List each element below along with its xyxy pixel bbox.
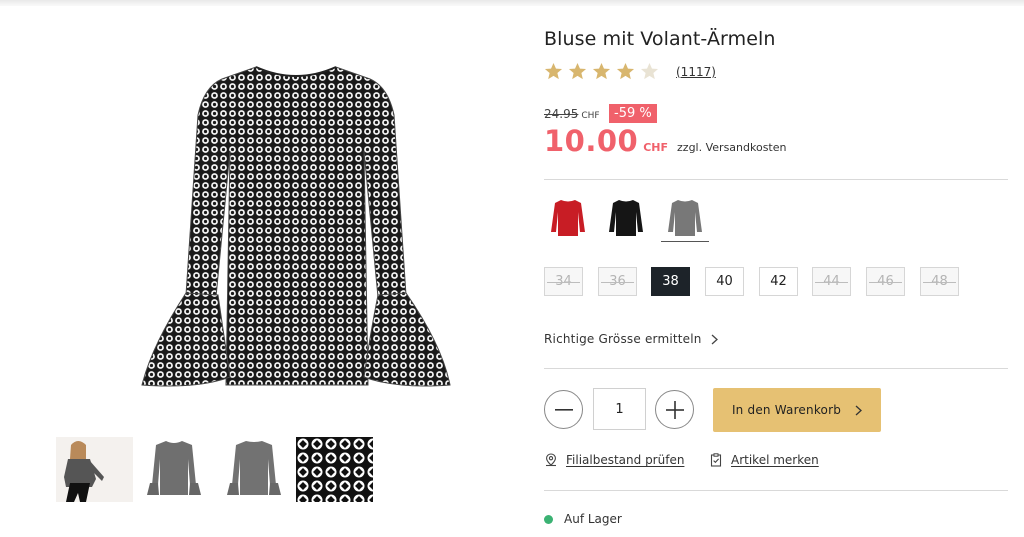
rating: (1117) [544, 62, 716, 81]
color-swatch-red[interactable] [544, 196, 592, 242]
size-option-42[interactable]: 42 [759, 267, 798, 296]
quantity-increase-button[interactable] [655, 390, 694, 429]
size-guide-label: Richtige Grösse ermitteln [544, 332, 702, 346]
stock-status: Auf Lager [544, 512, 622, 526]
star-filled-icon [616, 62, 635, 80]
star-filled-icon [544, 62, 563, 80]
in-stock-dot-icon [544, 514, 553, 524]
size-option-38[interactable]: 38 [651, 267, 690, 296]
current-price: 10.00 CHF zzgl. Versandkosten [544, 124, 787, 158]
color-swatch-grey[interactable] [661, 196, 709, 242]
top-bar [0, 0, 1024, 6]
size-guide-link[interactable]: Richtige Grösse ermitteln [544, 332, 718, 346]
discount-badge: -59 % [609, 104, 657, 123]
product-main-image[interactable] [138, 55, 454, 397]
divider [544, 179, 1008, 180]
review-count-link[interactable]: (1117) [676, 65, 716, 79]
store-stock-link[interactable]: Filialbestand prüfen [544, 453, 684, 467]
product-title: Bluse mit Volant-Ärmeln [544, 28, 776, 50]
price-currency: CHF [643, 141, 669, 154]
size-option-44: 44 [812, 267, 851, 296]
size-option-46: 46 [866, 267, 905, 296]
quantity-input[interactable]: 1 [593, 388, 646, 430]
divider [544, 368, 1008, 369]
shipping-note: zzgl. Versandkosten [677, 141, 787, 154]
color-swatch-black[interactable] [602, 196, 650, 242]
plus-icon [665, 400, 684, 419]
wishlist-label: Artikel merken [731, 453, 819, 467]
store-stock-label: Filialbestand prüfen [566, 453, 685, 467]
thumbnail-model-photo[interactable] [56, 437, 133, 502]
thumbnail-blouse-front[interactable] [136, 437, 213, 502]
location-pin-icon [546, 453, 556, 467]
clipboard-check-icon [710, 453, 722, 467]
chevron-right-icon [711, 334, 718, 344]
size-option-40[interactable]: 40 [705, 267, 744, 296]
star-empty-icon [640, 62, 659, 80]
old-price-currency: CHF [581, 111, 600, 121]
divider [544, 490, 1008, 491]
stock-status-label: Auf Lager [564, 512, 622, 526]
add-to-cart-button[interactable]: In den Warenkorb [713, 388, 881, 432]
price-value: 10.00 [544, 124, 639, 158]
quantity-decrease-button[interactable] [544, 390, 583, 429]
size-option-48: 48 [920, 267, 959, 296]
add-to-cart-label: In den Warenkorb [731, 403, 842, 417]
old-price: 24.95 CHF [544, 107, 600, 121]
size-option-36: 36 [598, 267, 637, 296]
star-filled-icon [592, 62, 611, 80]
thumbnail-blouse-back[interactable] [216, 437, 293, 502]
old-price-value: 24.95 [544, 107, 579, 121]
wishlist-link[interactable]: Artikel merken [709, 453, 819, 467]
thumbnail-fabric-pattern[interactable] [296, 437, 373, 502]
minus-icon [554, 408, 573, 411]
chevron-right-icon [855, 405, 863, 415]
size-option-34: 34 [544, 267, 583, 296]
star-filled-icon [568, 62, 587, 80]
